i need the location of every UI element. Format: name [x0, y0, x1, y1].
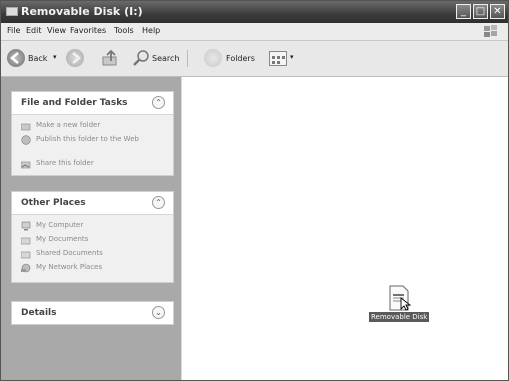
windows-flag-icon [484, 25, 497, 37]
menu-tools[interactable]: Tools [114, 26, 134, 35]
file-name-label[interactable]: Removable Disk [369, 312, 430, 322]
collapse-chevron-icon[interactable]: ⌃ [152, 96, 165, 109]
panel-header[interactable]: Other Places ⌃ [12, 192, 173, 215]
shared-folder-icon [21, 251, 31, 259]
expand-chevron-icon[interactable]: ⌄ [152, 306, 165, 319]
text-document-icon [389, 285, 412, 311]
back-button-label[interactable]: Back [28, 54, 47, 63]
menu-bar: File Edit View Favorites Tools Help [1, 23, 508, 41]
folders-button-label[interactable]: Folders [226, 54, 255, 63]
maximize-button[interactable]: □ [473, 4, 488, 19]
panel-title: File and Folder Tasks [21, 98, 128, 108]
title-bar[interactable]: Removable Disk (I:) _ □ ✕ [1, 1, 508, 23]
back-arrow-icon[interactable] [7, 49, 25, 67]
toolbar-separator [187, 50, 188, 67]
computer-icon [21, 221, 31, 231]
other-places-panel: Other Places ⌃ My Computer My Documents … [11, 191, 174, 283]
file-item[interactable] [387, 285, 412, 315]
share-folder-icon [21, 161, 31, 169]
window-title: Removable Disk (I:) [21, 5, 143, 18]
globe-icon [21, 135, 31, 145]
task-pane: File and Folder Tasks ⌃ Make a new folde… [1, 77, 181, 380]
explorer-window: Removable Disk (I:) _ □ ✕ File Edit View… [0, 0, 509, 381]
menu-edit[interactable]: Edit [26, 26, 42, 35]
documents-folder-icon [21, 237, 31, 245]
forward-arrow-icon[interactable] [66, 49, 84, 67]
panel-title: Other Places [21, 198, 86, 208]
minimize-button[interactable]: _ [456, 4, 471, 19]
details-panel: Details ⌄ [11, 301, 174, 325]
file-list-view[interactable] [182, 77, 508, 380]
menu-help[interactable]: Help [142, 26, 160, 35]
menu-file[interactable]: File [7, 26, 20, 35]
panel-header[interactable]: File and Folder Tasks ⌃ [12, 92, 173, 115]
window-icon [6, 7, 18, 16]
panel-title: Details [21, 308, 57, 318]
panel-header[interactable]: Details ⌄ [12, 302, 173, 324]
file-folder-tasks-panel: File and Folder Tasks ⌃ Make a new folde… [11, 91, 174, 176]
up-folder-icon[interactable] [101, 49, 119, 67]
search-button-label[interactable]: Search [152, 54, 179, 63]
toolbar: Back ▾ Search Folders ▾ [1, 41, 508, 77]
menu-favorites[interactable]: Favorites [70, 26, 106, 35]
search-icon[interactable] [132, 49, 150, 67]
folders-icon[interactable] [204, 49, 222, 67]
back-dropdown-icon[interactable]: ▾ [53, 53, 57, 61]
new-folder-icon [21, 123, 31, 131]
close-button[interactable]: ✕ [490, 4, 505, 19]
menu-view[interactable]: View [47, 26, 66, 35]
collapse-chevron-icon[interactable]: ⌃ [152, 196, 165, 209]
network-icon [21, 263, 31, 273]
views-icon[interactable] [269, 51, 287, 66]
views-dropdown-icon[interactable]: ▾ [290, 53, 294, 61]
